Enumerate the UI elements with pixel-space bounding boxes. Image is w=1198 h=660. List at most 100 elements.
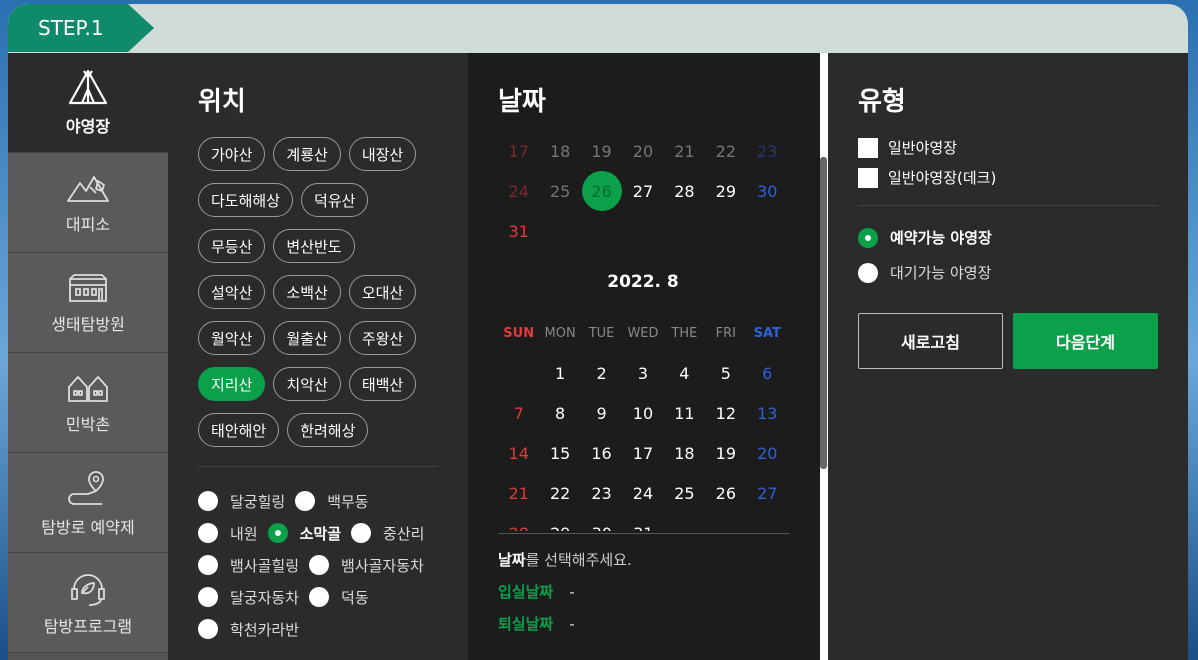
radio-button[interactable] [858, 262, 878, 283]
calendar-day[interactable]: 30 [581, 524, 623, 532]
checkbox[interactable] [858, 167, 878, 188]
site-option[interactable]: 뱀사골힐링 [198, 555, 299, 576]
calendar-day: 25 [549, 181, 571, 201]
site-option[interactable]: 뱀사골자동차 [309, 555, 424, 576]
next-step-button[interactable]: 다음단계 [1013, 313, 1158, 369]
calendar-day[interactable]: 21 [498, 484, 539, 503]
calendar-day[interactable]: 6 [747, 364, 788, 383]
site-label: 뱀사골자동차 [341, 556, 424, 575]
calendar-day[interactable]: 8 [539, 404, 580, 423]
site-option[interactable]: 내원 [198, 523, 258, 544]
calendar-day[interactable]: 7 [498, 404, 539, 423]
calendar-day[interactable]: 11 [664, 404, 705, 423]
radio-button[interactable] [295, 491, 316, 511]
calendar-day: 21 [674, 141, 695, 161]
calendar-day[interactable]: 26 [705, 484, 746, 503]
radio-button[interactable] [198, 491, 218, 511]
date-prompt: 날짜를 선택해주세요. [498, 549, 798, 569]
nav-item-eco-center[interactable]: 생태탐방원 [8, 253, 168, 353]
availability-option-selected[interactable]: 예약가능 야영장 [858, 227, 992, 248]
calendar-day[interactable]: 2 [581, 364, 622, 383]
park-chip[interactable]: 소백산 [273, 275, 341, 309]
site-option[interactable]: 학천카라반 [198, 619, 299, 640]
nav-item-program[interactable]: 탐방프로그램 [8, 553, 168, 653]
calendar-scrollbar[interactable] [820, 157, 827, 469]
radio-button[interactable] [198, 555, 218, 575]
calendar-day[interactable]: 19 [705, 444, 746, 463]
nav-item-minbak[interactable]: 민박촌 [8, 353, 168, 453]
site-label: 내원 [230, 524, 258, 543]
calendar-day[interactable]: 9 [581, 404, 622, 423]
calendar-day[interactable]: 10 [622, 404, 663, 423]
calendar-day[interactable]: 4 [664, 364, 705, 383]
calendar-day[interactable]: 1 [539, 364, 580, 383]
park-chip[interactable]: 변산반도 [273, 229, 355, 263]
site-option[interactable]: 덕동 [309, 587, 369, 608]
radio-button[interactable] [309, 587, 330, 607]
calendar-day[interactable]: 24 [622, 484, 663, 503]
park-chip[interactable]: 설악산 [198, 275, 266, 309]
type-checkbox-option[interactable]: 일반야영장(데크) [858, 167, 996, 188]
park-chip[interactable]: 치악산 [273, 367, 341, 401]
calendar-day[interactable]: 5 [705, 364, 746, 383]
calendar-scroll-area[interactable]: 17 18 19 20 21 22 23 24 25 26 27 28 29 3… [498, 131, 788, 532]
radio-button[interactable] [309, 555, 330, 575]
site-option[interactable]: 중산리 [351, 523, 424, 544]
calendar-day[interactable]: 18 [664, 444, 705, 463]
park-chip[interactable]: 오대산 [348, 275, 417, 309]
park-chip[interactable]: 월악산 [198, 321, 266, 355]
site-option[interactable]: 달궁자동차 [198, 587, 299, 608]
calendar-day[interactable]: 25 [664, 484, 705, 503]
park-chip-selected[interactable]: 지리산 [198, 367, 266, 401]
radio-button[interactable] [351, 523, 372, 543]
park-chip[interactable]: 무등산 [198, 229, 266, 263]
checkbox[interactable] [858, 137, 878, 158]
park-chip[interactable]: 가야산 [198, 137, 266, 171]
calendar-day[interactable]: 20 [747, 444, 788, 463]
calendar-day[interactable]: 16 [581, 444, 622, 463]
radio-button-checked[interactable] [267, 523, 288, 543]
calendar-day[interactable]: 28 [498, 524, 540, 532]
park-chip-list: 가야산 계룡산 내장산 다도해해상 덕유산 무등산 변산반도 설악산 소백산 오… [198, 137, 448, 459]
calendar-day[interactable]: 30 [747, 182, 788, 201]
calendar-day[interactable]: 28 [664, 182, 705, 201]
refresh-button[interactable]: 새로고침 [858, 313, 1003, 369]
nav-item-trail-reservation[interactable]: 탐방로 예약제 [8, 453, 168, 553]
radio-button[interactable] [198, 587, 218, 607]
park-chip[interactable]: 덕유산 [301, 183, 369, 217]
calendar-day[interactable]: 17 [622, 444, 663, 463]
calendar-day[interactable]: 12 [705, 404, 746, 423]
nav-item-campsite[interactable]: 야영장 [8, 53, 168, 153]
calendar-day[interactable]: 31 [498, 222, 540, 241]
calendar-day[interactable]: 31 [623, 524, 665, 532]
availability-option[interactable]: 대기가능 야영장 [858, 262, 991, 283]
divider [198, 466, 438, 467]
site-option[interactable]: 백무동 [295, 491, 369, 512]
type-checkbox-option[interactable]: 일반야영장 [858, 137, 957, 158]
calendar-day[interactable]: 27 [747, 484, 788, 503]
site-option[interactable]: 달궁힐링 [198, 491, 285, 512]
calendar-day[interactable]: 29 [705, 182, 746, 201]
park-chip[interactable]: 다도해해상 [198, 183, 294, 217]
park-chip[interactable]: 주왕산 [348, 321, 417, 355]
park-chip[interactable]: 태안해안 [198, 413, 280, 447]
building-icon [69, 273, 107, 302]
park-chip[interactable]: 월출산 [273, 321, 341, 355]
park-chip[interactable]: 태백산 [348, 367, 417, 401]
calendar-day[interactable]: 14 [498, 444, 539, 463]
calendar-day[interactable]: 29 [540, 524, 582, 532]
park-chip[interactable]: 계룡산 [273, 137, 341, 171]
radio-button-checked[interactable] [858, 227, 878, 248]
park-chip[interactable]: 한려해상 [287, 413, 369, 447]
calendar-day[interactable]: 3 [622, 364, 663, 383]
park-chip[interactable]: 내장산 [348, 137, 417, 171]
radio-button[interactable] [198, 619, 218, 639]
calendar-day[interactable]: 27 [622, 182, 663, 201]
calendar-day[interactable]: 15 [539, 444, 580, 463]
radio-button[interactable] [198, 523, 218, 543]
site-option-selected[interactable]: 소막골 [267, 523, 341, 544]
nav-item-shelter[interactable]: 대피소 [8, 153, 168, 253]
calendar-day[interactable]: 13 [747, 404, 788, 423]
calendar-day[interactable]: 23 [581, 484, 622, 503]
calendar-day[interactable]: 22 [539, 484, 580, 503]
